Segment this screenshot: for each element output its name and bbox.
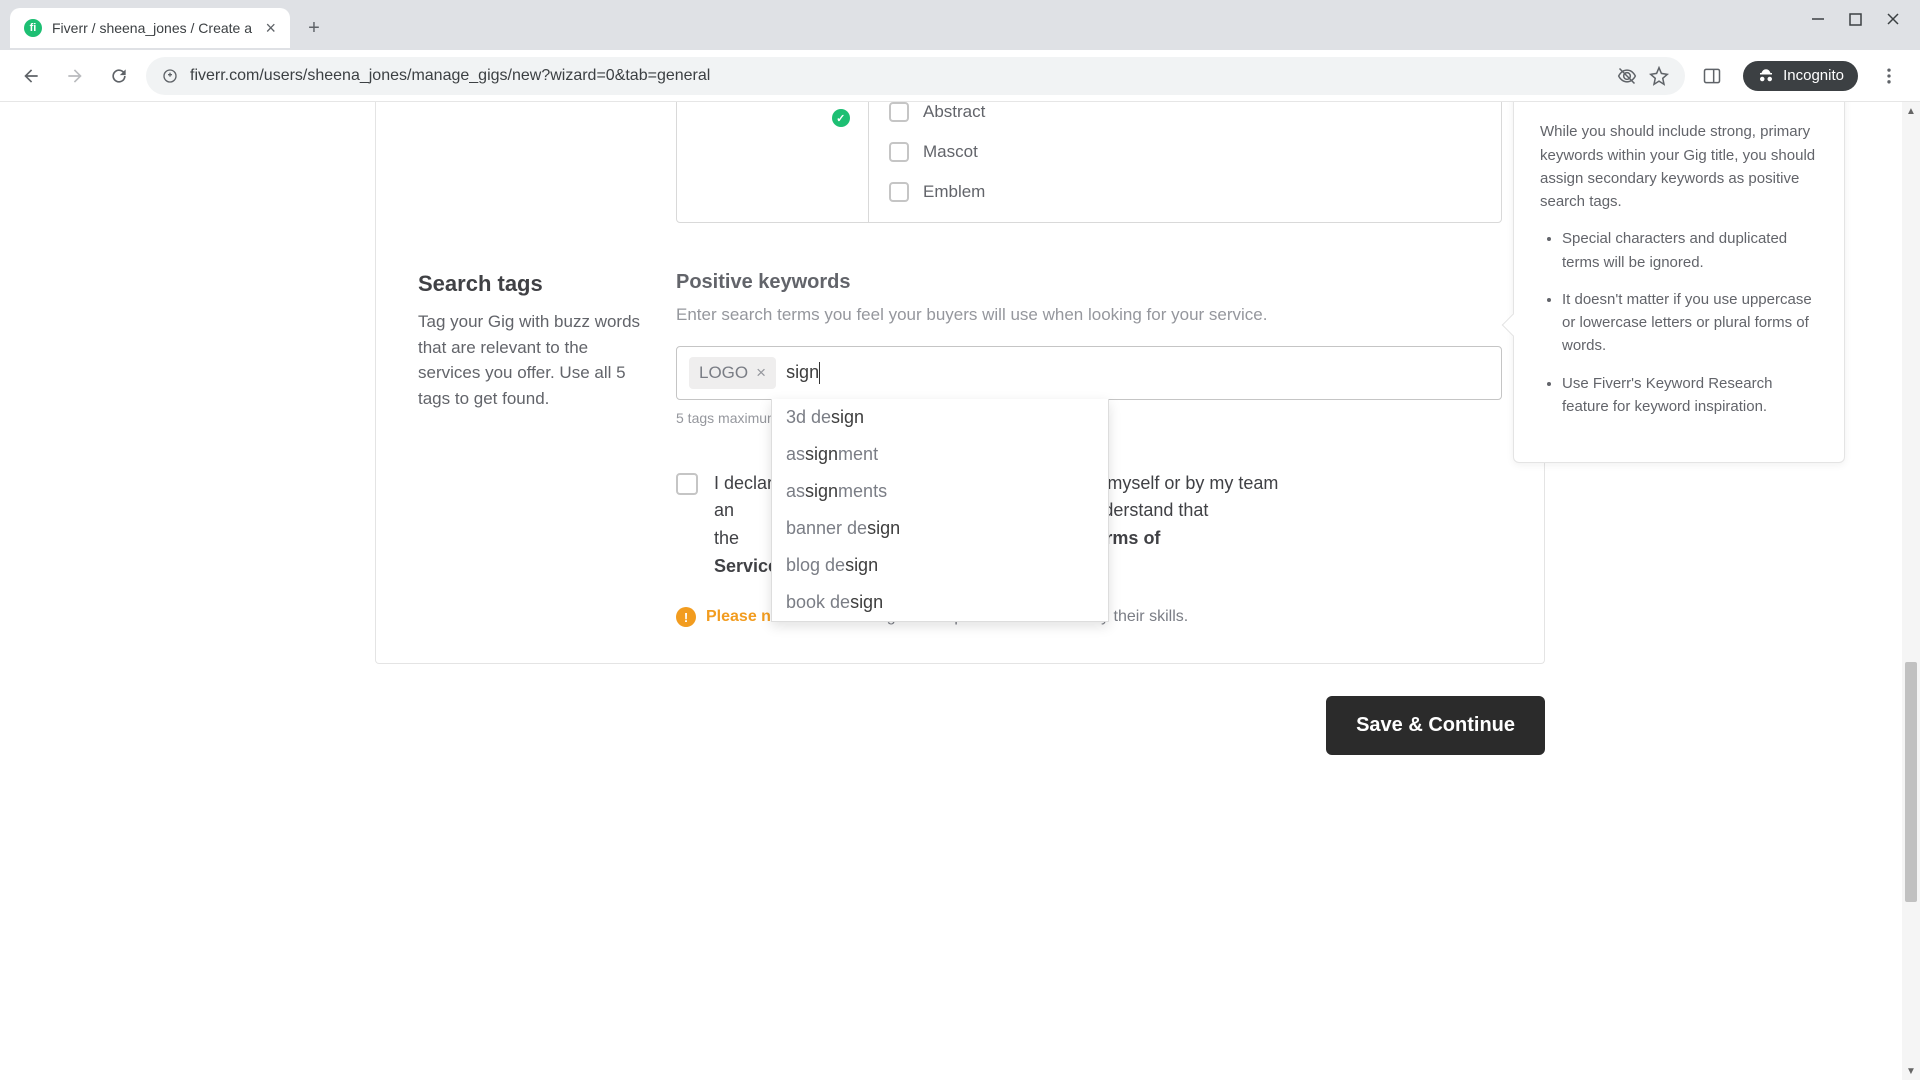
remove-chip-icon[interactable]: × (756, 363, 766, 383)
browser-tab[interactable]: fi Fiverr / sheena_jones / Create a × (10, 8, 290, 48)
check-icon: ✓ (832, 109, 850, 127)
window-controls (1811, 8, 1920, 26)
suggestion-item[interactable]: book design (772, 584, 1108, 621)
file-format-option[interactable]: Abstract (889, 102, 1481, 132)
secure-lock-icon (162, 68, 178, 84)
suggestion-item[interactable]: assignments (772, 473, 1108, 510)
scrollbar-thumb[interactable] (1905, 662, 1917, 902)
back-button[interactable] (14, 59, 48, 93)
option-label: Emblem (923, 182, 985, 202)
browser-toolbar: fiverr.com/users/sheena_jones/manage_gig… (0, 50, 1920, 102)
suggestion-item[interactable]: banner design (772, 510, 1108, 547)
file-format-option[interactable]: Mascot (889, 132, 1481, 172)
incognito-badge[interactable]: Incognito (1743, 61, 1858, 91)
tips-bullet: It doesn't matter if you use uppercase o… (1562, 288, 1818, 358)
close-window-icon[interactable] (1886, 12, 1900, 26)
eye-off-icon[interactable] (1617, 66, 1637, 86)
file-format-option[interactable]: Emblem (889, 172, 1481, 212)
scroll-up-icon[interactable]: ▲ (1902, 102, 1920, 120)
scrollbar[interactable]: ▲ ▼ (1902, 102, 1920, 1080)
close-tab-icon[interactable]: × (265, 18, 276, 39)
tab-title: Fiverr / sheena_jones / Create a (52, 20, 255, 36)
option-label: Mascot (923, 142, 978, 162)
maximize-icon[interactable] (1849, 13, 1862, 26)
tips-paragraph: While you should include strong, primary… (1540, 120, 1818, 213)
forward-button[interactable] (58, 59, 92, 93)
browser-titlebar: fi Fiverr / sheena_jones / Create a × + (0, 0, 1920, 50)
bookmark-star-icon[interactable] (1649, 66, 1669, 86)
option-label: Abstract (923, 102, 985, 122)
positive-keywords-heading: Positive keywords (676, 271, 1502, 294)
suggestion-item[interactable]: assignment (772, 436, 1108, 473)
address-bar[interactable]: fiverr.com/users/sheena_jones/manage_gig… (146, 57, 1685, 95)
chip-label: LOGO (699, 363, 748, 383)
positive-keywords-description: Enter search terms you feel your buyers … (676, 302, 1502, 328)
warning-icon: ! (676, 607, 696, 627)
text-cursor (819, 362, 820, 384)
new-tab-button[interactable]: + (298, 12, 330, 44)
search-tags-description: Tag your Gig with buzz words that are re… (418, 309, 652, 411)
declaration-checkbox[interactable] (676, 473, 698, 495)
incognito-label: Incognito (1783, 67, 1844, 84)
keywords-input[interactable]: sign (786, 362, 819, 383)
url-text: fiverr.com/users/sheena_jones/manage_gig… (190, 67, 1605, 85)
suggestion-item[interactable]: blog design (772, 547, 1108, 584)
suggestion-item[interactable]: 3d design (772, 399, 1108, 436)
page-viewport: FILE FORMAT ✓ Abstract Mascot (0, 102, 1920, 1080)
side-panel-icon[interactable] (1695, 59, 1729, 93)
tips-bullet: Special characters and duplicated terms … (1562, 227, 1818, 274)
suggestions-dropdown: 3d design assignment assignments banner … (771, 399, 1109, 622)
incognito-icon (1757, 67, 1775, 85)
browser-menu-icon[interactable] (1872, 59, 1906, 93)
keywords-input-box[interactable]: LOGO × sign 3d design assignment assignm… (676, 346, 1502, 400)
checkbox-icon[interactable] (889, 182, 909, 202)
scroll-down-icon[interactable]: ▼ (1902, 1062, 1920, 1080)
minimize-icon[interactable] (1811, 12, 1825, 26)
checkbox-icon[interactable] (889, 142, 909, 162)
keyword-chip: LOGO × (689, 357, 776, 389)
fiverr-favicon-icon: fi (24, 19, 42, 37)
checkbox-icon[interactable] (889, 102, 909, 122)
tips-bullet: Use Fiverr's Keyword Research feature fo… (1562, 372, 1818, 419)
reload-button[interactable] (102, 59, 136, 93)
save-continue-button[interactable]: Save & Continue (1326, 696, 1545, 755)
search-tags-heading: Search tags (418, 271, 652, 297)
file-format-panel: FILE FORMAT ✓ Abstract Mascot (676, 102, 1502, 223)
tips-card: terms in their searches. While you shoul… (1513, 102, 1845, 463)
